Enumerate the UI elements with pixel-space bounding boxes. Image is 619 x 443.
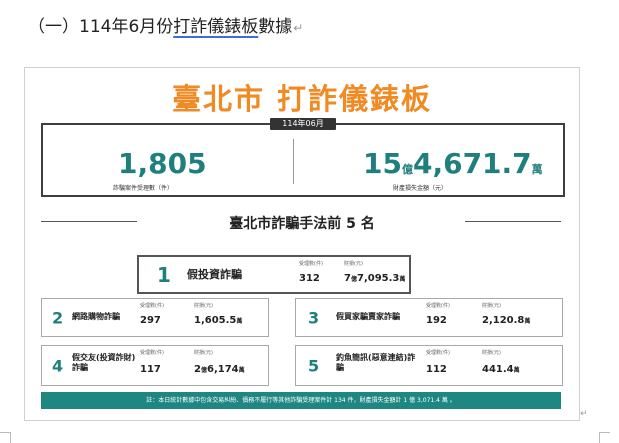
cases-total: 1,805 (118, 147, 207, 180)
rank-2-loss-header: 財損(元) (194, 303, 213, 309)
poster-title: 臺北市 打詐儀錶板 (171, 82, 433, 116)
page-corner-mark (0, 432, 11, 443)
dashboard-image: 臺北市 打詐儀錶板 114年06月 1,805 詐騙案件受理數（件） 15億4,… (24, 67, 580, 421)
rank-4-card: 4 假交友(投資詐財)詐騙 受理數(件) 財損(元) 117 2億6,174萬 (41, 345, 269, 386)
rank-5-number: 5 (308, 356, 320, 375)
loss-label: 財產損失金額（元） (393, 185, 448, 192)
rank-1-name: 假投資詐騙 (187, 268, 242, 281)
rank-2-cases-header: 受理數(件) (140, 303, 164, 309)
rank-4-loss: 2億6,174萬 (194, 364, 245, 375)
section-heading: （一）114年6月份打詐儀錶板數據↵ (28, 12, 303, 37)
heading-suffix: 數據 (258, 17, 293, 37)
loss-yi-unit: 億 (401, 163, 413, 176)
summary-divider (293, 139, 294, 184)
rank-5-cases: 112 (426, 364, 447, 375)
summary-box: 114年06月 1,805 詐騙案件受理數（件） 15億4,671.7萬 財產損… (41, 118, 565, 197)
rank-1-number: 1 (157, 262, 171, 287)
loss-wan-unit: 萬 (531, 163, 543, 176)
loss-wan-value: 4,671.7 (412, 147, 532, 180)
rank-3-cases-header: 受理數(件) (426, 303, 450, 309)
rank-4-number: 4 (52, 356, 64, 375)
rank-5-cases-header: 受理數(件) (426, 350, 450, 356)
rank-3-card: 3 假買家騙賣家詐騙 受理數(件) 財損(元) 192 2,120.8萬 (295, 298, 563, 337)
rank-4-loss-header: 財損(元) (194, 350, 213, 356)
rank-2-cases: 297 (140, 315, 161, 326)
heading-prefix: （一）114年6月份 (28, 17, 174, 37)
rank-5-loss: 441.4萬 (482, 364, 520, 375)
rank-4-cases: 117 (140, 364, 161, 375)
period-badge: 114年06月 (270, 118, 336, 130)
ranking-rule-right (465, 221, 561, 222)
rank-3-name: 假買家騙賣家詐騙 (336, 312, 400, 321)
rank-3-cases: 192 (426, 315, 447, 326)
cases-label: 詐騙案件受理數（件） (113, 185, 174, 192)
rank-1-card: 1 假投資詐騙 受理數(件) 財損(元) 312 7億7,095.3萬 (137, 255, 411, 294)
rank-2-name: 網路購物詐騙 (72, 312, 120, 321)
rank-2-loss: 1,605.5萬 (194, 315, 243, 326)
rank-1-loss-header: 財損(元) (344, 261, 363, 267)
rank-3-loss-header: 財損(元) (482, 303, 501, 309)
rank-3-loss: 2,120.8萬 (482, 315, 531, 326)
ranking-title: 臺北市詐騙手法前 5 名 (229, 216, 375, 232)
rank-2-card: 2 網路購物詐騙 受理數(件) 財損(元) 297 1,605.5萬 (41, 298, 269, 337)
rank-2-number: 2 (52, 308, 64, 327)
loss-total: 15億4,671.7萬 (363, 147, 543, 180)
rank-5-name: 釣魚簡訊(惡意連結)詐騙 (336, 353, 416, 372)
rank-1-cases: 312 (299, 273, 320, 284)
paragraph-mark-icon: ↵ (580, 409, 588, 419)
heading-underlined-text: 打詐儀錶板 (173, 17, 259, 37)
rank-4-cases-header: 受理數(件) (140, 350, 164, 356)
rank-5-loss-header: 財損(元) (482, 350, 501, 356)
page-corner-mark (599, 432, 610, 443)
rank-1-loss: 7億7,095.3萬 (344, 273, 406, 284)
rank-4-name: 假交友(投資詐財)詐騙 (72, 353, 136, 372)
rank-3-number: 3 (308, 308, 320, 327)
rank-5-card: 5 釣魚簡訊(惡意連結)詐騙 受理數(件) 財損(元) 112 441.4萬 (295, 345, 563, 386)
paragraph-mark-icon: ↵ (293, 21, 304, 35)
rank-1-cases-header: 受理數(件) (299, 261, 323, 267)
footnote-bar: 註：本日統計數據中包含交易糾紛、債務不履行等其他詐騙受理案件計 134 件，財產… (41, 392, 561, 409)
loss-yi-value: 15 (363, 147, 402, 180)
